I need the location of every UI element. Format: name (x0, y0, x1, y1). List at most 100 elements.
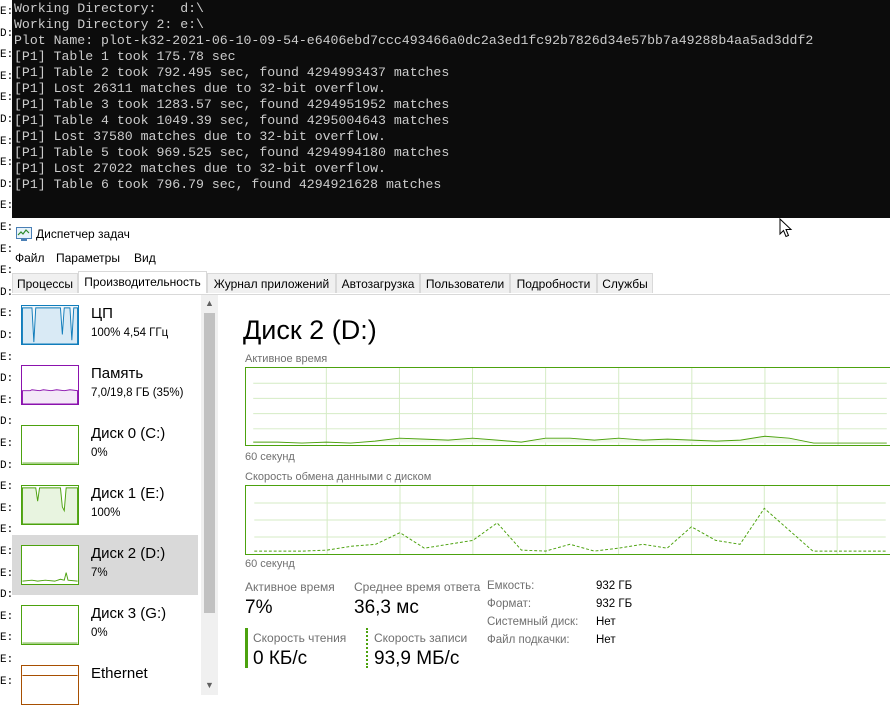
console-line: [P1] Table 2 took 792.495 sec, found 429… (14, 65, 450, 80)
active-time-label: Активное время (245, 580, 335, 594)
tab-services[interactable]: Службы (597, 273, 653, 293)
sidebar-item-value: 7% (91, 567, 108, 579)
background-text-fragment: E:\ (0, 70, 12, 83)
background-text-fragment: E:\ (0, 654, 12, 666)
sidebar-item-disk-0[interactable]: Диск 0 (C:) 0% (12, 415, 198, 475)
background-text-fragment: D:\ (0, 330, 12, 342)
console-line: [P1] Table 3 took 1283.57 sec, found 429… (14, 97, 450, 112)
sidebar-item-label: Ethernet (91, 665, 148, 682)
tab-details[interactable]: Подробности (510, 273, 597, 293)
console-line: [P1] Table 6 took 796.79 sec, found 4294… (14, 177, 442, 192)
menu-view[interactable]: Вид (134, 251, 156, 265)
background-text-fragment: E:\ (0, 394, 12, 407)
background-text-fragment: E:\ (0, 546, 12, 558)
sidebar-item-disk-1[interactable]: Диск 1 (E:) 100% (12, 475, 198, 535)
write-speed-indicator (366, 628, 368, 668)
sidebar-item-disk-3[interactable]: Диск 3 (G:) 0% (12, 595, 198, 655)
tab-app-history[interactable]: Журнал приложений (207, 273, 336, 293)
sidebar-scrollbar[interactable]: ▲ ▼ (201, 295, 218, 695)
tab-processes[interactable]: Процессы (12, 273, 78, 293)
active-time-value: 7% (245, 597, 273, 618)
sidebar-item-label: Диск 0 (C:) (91, 425, 166, 442)
system-disk-label: Системный диск: (487, 616, 579, 628)
background-text-fragment: E:\ (0, 92, 12, 105)
scroll-down-icon[interactable]: ▼ (205, 680, 214, 690)
menu-options[interactable]: Параметры (56, 251, 120, 265)
sidebar-item-value: 0% (91, 627, 108, 639)
page-file-label: Файл подкачки: (487, 634, 570, 646)
sidebar-item-label: ЦП (91, 305, 113, 322)
background-text-fragment: D:\ (0, 114, 12, 126)
disk-2-thumbnail-graph (21, 545, 79, 585)
scrollbar-thumb[interactable] (204, 313, 215, 613)
task-manager-icon (16, 227, 32, 241)
menu-file[interactable]: Файл (15, 251, 45, 265)
active-time-graph-duration: 60 секунд (245, 451, 295, 463)
background-text-fragment: E:\ (0, 632, 12, 645)
console-line: Working Directory: d:\ (14, 1, 204, 16)
console-line: [P1] Lost 26311 matches due to 32-bit ov… (14, 81, 386, 96)
tab-users[interactable]: Пользователи (420, 273, 510, 293)
console-line: Working Directory 2: e:\ (14, 17, 204, 32)
capacity-label: Емкость: (487, 580, 535, 592)
memory-thumbnail-graph (21, 365, 79, 405)
format-label: Формат: (487, 598, 532, 610)
sidebar-item-label: Диск 3 (G:) (91, 605, 167, 622)
background-text-fragment: E:\ (0, 567, 12, 580)
sidebar-item-cpu[interactable]: ЦП 100% 4,54 ГГц (12, 295, 198, 355)
disk-0-thumbnail-graph (21, 425, 79, 465)
performance-detail-panel: Диск 2 (D:) Активное время 60 секунд Ско… (218, 295, 890, 695)
read-speed-label: Скорость чтения (253, 631, 347, 645)
active-time-graph (245, 367, 890, 446)
title-bar[interactable]: Диспетчер задач (12, 218, 890, 248)
sidebar-item-label: Диск 2 (D:) (91, 545, 166, 562)
sidebar-item-label: Память (91, 365, 144, 382)
sidebar-item-value: 100% 4,54 ГГц (91, 327, 169, 339)
background-text-fragment: D:\ (0, 373, 12, 386)
background-text-fragment: E:\ (0, 675, 12, 688)
console-line: Plot Name: plot-k32-2021-06-10-09-54-e64… (14, 33, 814, 48)
console-line: [P1] Lost 37580 matches due to 32-bit ov… (14, 129, 386, 144)
background-text-fragment: E:\ (0, 135, 12, 148)
sidebar-item-memory[interactable]: Память 7,0/19,8 ГБ (35%) (12, 355, 198, 415)
console-line: [P1] Table 1 took 175.78 sec (14, 49, 236, 64)
background-text-fragment: E:\ (0, 157, 12, 170)
sidebar-item-label: Диск 1 (E:) (91, 485, 165, 502)
avg-response-label: Среднее время ответа (354, 580, 481, 594)
background-text-fragment: E:\ (0, 308, 12, 321)
task-manager-window: Диспетчер задач Файл Параметры Вид Проце… (12, 218, 890, 705)
transfer-rate-graph-label: Скорость обмена данными с диском (245, 471, 432, 483)
sidebar-item-disk-2[interactable]: Диск 2 (D:) 7% (12, 535, 198, 595)
disk-3-thumbnail-graph (21, 605, 79, 645)
page-file-value: Нет (596, 634, 616, 646)
tab-startup[interactable]: Автозагрузка (336, 273, 420, 293)
background-text-fragment: E:\ (0, 6, 12, 18)
background-text-fragment: D:\ (0, 416, 12, 429)
background-text-fragment: D:\ (0, 286, 12, 299)
console-window: Working Directory: d:\ Working Directory… (12, 0, 890, 218)
scroll-up-icon[interactable]: ▲ (205, 298, 214, 308)
tab-strip: Процессы Производительность Журнал прило… (12, 271, 890, 295)
background-text-fragment: E:\ (0, 502, 12, 515)
background-text-fragment: E:\ (0, 351, 12, 364)
background-text-fragment: D:\ (0, 459, 12, 472)
sidebar-item-value: 7,0/19,8 ГБ (35%) (91, 387, 184, 399)
sidebar-item-value: 100% (91, 507, 121, 519)
background-window-edge: E:\ D:\ E:\ E:\ E:\ D:\ E:\ E:\ D:\ E:\ E:\ E:\ E:\ D… (0, 0, 12, 695)
cpu-thumbnail-graph (21, 305, 79, 345)
background-text-fragment: E:\ (0, 200, 12, 213)
background-text-fragment: E:\ (0, 610, 12, 623)
background-text-fragment: E:\ (0, 49, 12, 62)
resource-sidebar: ЦП 100% 4,54 ГГц Память 7,0/19,8 ГБ (35%… (12, 295, 217, 705)
tab-performance[interactable]: Производительность (78, 271, 207, 293)
format-value: 932 ГБ (596, 598, 633, 610)
background-text-fragment: E:\ (0, 438, 12, 450)
write-speed-label: Скорость записи (374, 631, 468, 645)
transfer-rate-graph (245, 485, 890, 555)
transfer-rate-graph-duration: 60 секунд (245, 558, 295, 570)
background-text-fragment: E:\ (0, 481, 12, 494)
background-text-fragment: E:\ (0, 222, 12, 234)
capacity-value: 932 ГБ (596, 580, 633, 592)
active-time-graph-label: Активное время (245, 353, 328, 365)
sidebar-item-ethernet[interactable]: Ethernet (12, 655, 198, 715)
